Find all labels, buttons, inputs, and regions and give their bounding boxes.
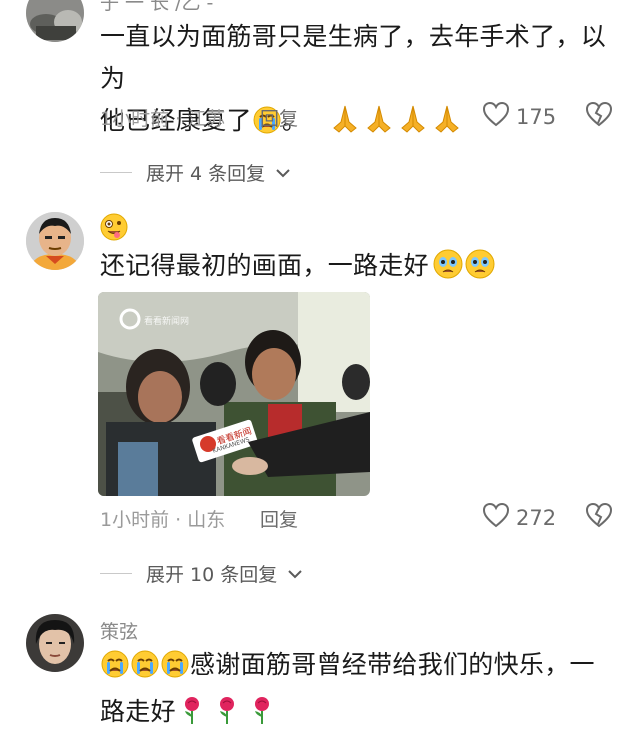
- praying-hands-icon: [329, 104, 361, 147]
- praying-hands-icon: [363, 104, 395, 147]
- comment-photo[interactable]: 看看新闻网 看看新闻 KANKANEWS: [98, 292, 370, 496]
- comment-text-line-1-text: 感谢面筋哥曾经带给我们的快乐，一: [190, 650, 595, 679]
- avatar[interactable]: [26, 212, 84, 270]
- comment-text-body: 还记得最初的画面，一路走好: [100, 251, 429, 280]
- chevron-down-icon: [287, 563, 303, 585]
- photo-logo-text: 看看新闻网: [144, 317, 190, 327]
- expand-replies-button[interactable]: 展开 4 条回复: [100, 159, 291, 186]
- expand-replies-label: 展开 10 条回复: [146, 564, 278, 586]
- comment-text-line-1: 感谢面筋哥曾经带给我们的快乐，一: [100, 644, 610, 691]
- reply-button[interactable]: 回复: [260, 104, 298, 131]
- comment-username[interactable]: 子 一 长 /乙 -: [100, 0, 213, 15]
- comment-username[interactable]: 策弦: [100, 617, 138, 644]
- expand-replies-label: 展开 4 条回复: [146, 163, 266, 185]
- reply-button[interactable]: 回复: [260, 505, 298, 532]
- avatar[interactable]: [26, 0, 84, 42]
- avatar[interactable]: [26, 614, 84, 672]
- like-button[interactable]: 272: [482, 502, 556, 533]
- comment-text-line-2: 路走好: [100, 691, 610, 738]
- rose-icon: [250, 695, 274, 738]
- crying-emoji-icon: [465, 249, 495, 292]
- divider-line: [100, 573, 132, 574]
- comment-time-location: 1小时前 · 山东: [100, 509, 226, 531]
- expand-replies-button[interactable]: 展开 10 条回复: [100, 560, 303, 587]
- crazy-face-emoji-icon: [100, 213, 128, 245]
- praying-hands-icon: [431, 104, 463, 147]
- chevron-down-icon: [275, 162, 291, 184]
- dislike-button[interactable]: [585, 502, 613, 532]
- heart-icon: [482, 101, 510, 132]
- comment-text: 感谢面筋哥曾经带给我们的快乐，一 路走好: [100, 644, 610, 738]
- username-emoji[interactable]: [100, 213, 128, 245]
- broken-heart-icon: [585, 101, 613, 131]
- praying-hands-icon: [397, 104, 429, 147]
- rose-icon: [215, 695, 239, 738]
- heart-icon: [482, 502, 510, 533]
- comment-time-location: 1小时前 · 江苏: [100, 108, 226, 130]
- like-count: 272: [516, 505, 557, 530]
- broken-heart-icon: [585, 502, 613, 532]
- like-count: 175: [516, 104, 557, 129]
- comment-text: 还记得最初的画面，一路走好: [100, 245, 610, 292]
- dislike-button[interactable]: [585, 101, 613, 131]
- divider-line: [100, 172, 132, 173]
- rose-icon: [180, 695, 204, 738]
- comment-text-line-1: 一直以为面筋哥只是生病了，去年手术了，以为: [100, 22, 607, 93]
- crying-emoji-icon: [161, 649, 189, 691]
- like-button[interactable]: 175: [482, 101, 556, 132]
- crying-emoji-icon: [101, 649, 129, 691]
- comment-text-line-2-text: 路走好: [100, 697, 176, 726]
- crying-emoji-icon: [433, 249, 463, 292]
- crying-emoji-icon: [131, 649, 159, 691]
